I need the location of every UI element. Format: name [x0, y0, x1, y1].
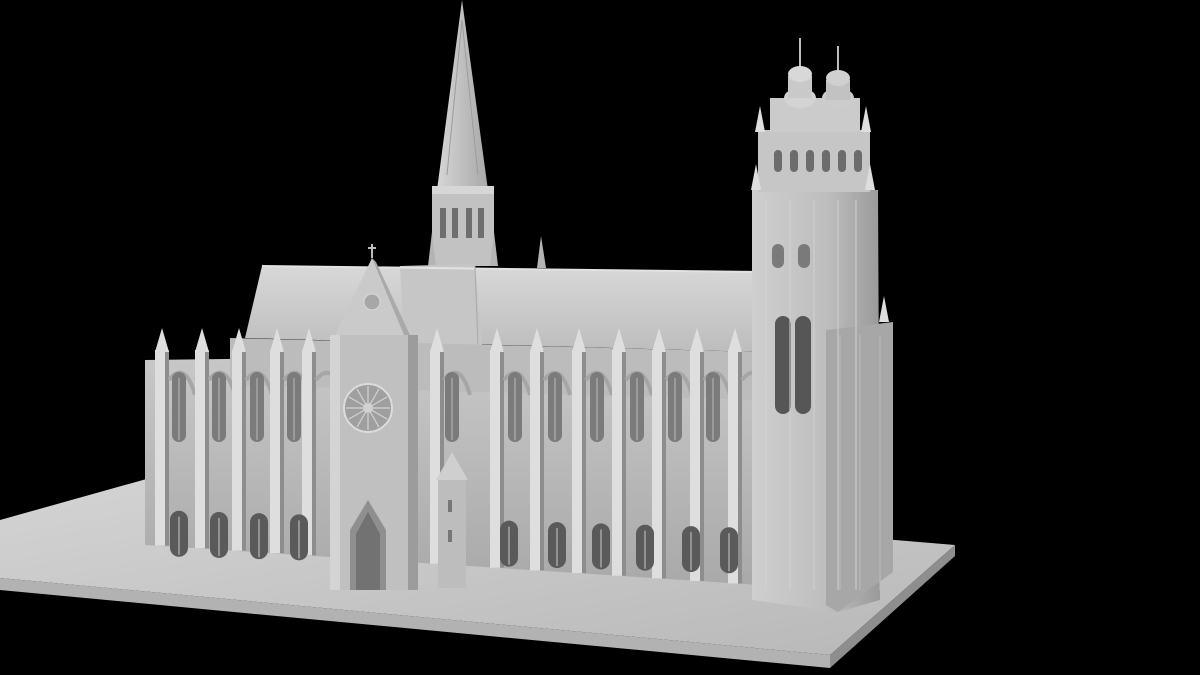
tower-window-right — [795, 316, 811, 414]
belfry-opening — [854, 150, 862, 172]
belfry-opening — [806, 150, 814, 172]
belfry-opening — [790, 150, 798, 172]
belfry-opening — [838, 150, 846, 172]
tower-window-left — [775, 316, 791, 414]
belfry-opening — [774, 150, 782, 172]
stair-turret — [436, 452, 468, 588]
roof-nave — [245, 266, 760, 352]
cathedral-render — [0, 0, 1200, 675]
belfry-opening — [822, 150, 830, 172]
roof — [245, 264, 761, 352]
render-viewport — [0, 0, 1200, 675]
